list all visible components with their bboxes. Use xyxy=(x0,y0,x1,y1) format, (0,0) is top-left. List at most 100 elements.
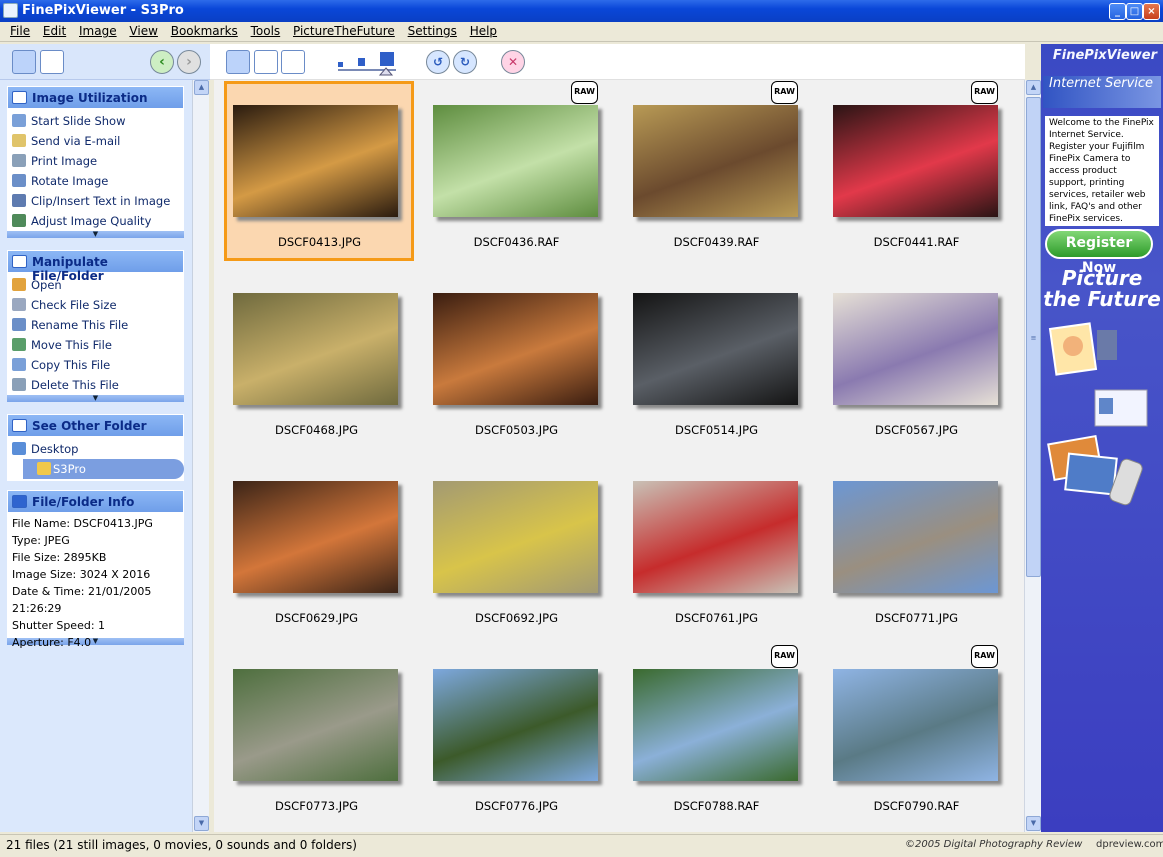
app-window: FinePixViewer - S3Pro _ □ × File Edit Im… xyxy=(0,0,1163,857)
scroll-down-icon[interactable]: ▼ xyxy=(1026,816,1041,831)
thumbnail-item[interactable]: DSCF0776.JPG xyxy=(424,645,614,825)
thumbnail-image[interactable] xyxy=(233,293,398,405)
maximize-button[interactable]: □ xyxy=(1126,3,1143,20)
raw-badge: RAW xyxy=(971,81,998,104)
forward-arrow-icon[interactable]: › xyxy=(177,50,201,74)
thumbnail-item[interactable]: DSCF0629.JPG xyxy=(224,457,414,637)
thumbnail-filename: DSCF0439.RAF xyxy=(673,235,760,249)
open-file[interactable]: Open xyxy=(7,275,184,295)
collapse-chevron-icon[interactable]: ▼ xyxy=(7,231,184,238)
raw-badge: RAW xyxy=(971,645,998,668)
menu-settings[interactable]: Settings xyxy=(408,24,457,38)
picture-the-future-logo[interactable]: Picture the Future xyxy=(1041,268,1163,310)
app-icon xyxy=(3,3,18,18)
register-now-button[interactable]: Register Now xyxy=(1045,229,1153,276)
thumbnail-image[interactable] xyxy=(633,293,798,405)
thumbnail-image[interactable] xyxy=(833,105,998,217)
image-utilization-header[interactable]: Image Utilization xyxy=(7,86,184,109)
thumbnail-filename: DSCF0773.JPG xyxy=(275,799,358,813)
title-bar[interactable]: FinePixViewer - S3Pro _ □ × xyxy=(0,0,1163,22)
delete-file[interactable]: Delete This File xyxy=(7,375,184,395)
adjust-quality-icon xyxy=(12,214,26,227)
folder-tree-icon[interactable] xyxy=(40,50,64,74)
scroll-up-icon[interactable]: ▲ xyxy=(1026,80,1041,95)
thumbnail-item[interactable]: DSCF0468.JPG xyxy=(224,269,414,449)
adjust-image-quality[interactable]: Adjust Image Quality xyxy=(7,211,184,231)
thumbnail-item[interactable]: DSCF0773.JPG xyxy=(224,645,414,825)
thumbnail-image[interactable] xyxy=(433,669,598,781)
scroll-down-icon[interactable]: ▼ xyxy=(194,816,209,831)
thumbnail-item[interactable]: RAW DSCF0439.RAF xyxy=(624,81,814,261)
file-info-header[interactable]: File/Folder Info xyxy=(7,490,184,513)
thumbnail-item[interactable]: DSCF0413.JPG xyxy=(224,81,414,261)
menu-help[interactable]: Help xyxy=(470,24,497,38)
thumbnail-scrollbar[interactable]: ▲ ≡ ▼ xyxy=(1024,80,1041,832)
rename-file[interactable]: Rename This File xyxy=(7,315,184,335)
thumbnail-image[interactable] xyxy=(233,481,398,593)
collapse-chevron-icon[interactable]: ▼ xyxy=(7,395,184,402)
folder-s3pro[interactable]: S3Pro xyxy=(23,459,184,479)
thumbnail-image[interactable] xyxy=(233,669,398,781)
menu-picture-the-future[interactable]: PictureTheFuture xyxy=(293,24,395,38)
rotate-right-icon[interactable]: ↻ xyxy=(453,50,477,74)
thumbnail-item[interactable]: RAW DSCF0790.RAF xyxy=(824,645,1014,825)
thumbnail-filename: DSCF0790.RAF xyxy=(873,799,960,813)
back-arrow-icon[interactable]: ‹ xyxy=(150,50,174,74)
status-text: 21 files (21 still images, 0 movies, 0 s… xyxy=(6,838,357,852)
thumbnail-item[interactable]: DSCF0503.JPG xyxy=(424,269,614,449)
thumbnail-image[interactable] xyxy=(833,481,998,593)
menu-file[interactable]: File xyxy=(10,24,30,38)
thumbnail-item[interactable]: DSCF0567.JPG xyxy=(824,269,1014,449)
clip-insert-text[interactable]: Clip/Insert Text in Image xyxy=(7,191,184,211)
folder-icon xyxy=(37,462,51,475)
thumbnail-image[interactable] xyxy=(633,105,798,217)
thumbnail-item[interactable]: DSCF0761.JPG xyxy=(624,457,814,637)
thumbnail-grid: DSCF0413.JPG RAW DSCF0436.RAF RAW DSCF0439.R… xyxy=(214,80,1024,832)
thumbnail-item[interactable]: DSCF0692.JPG xyxy=(424,457,614,637)
thumbnail-image[interactable] xyxy=(633,481,798,593)
list-view-icon[interactable] xyxy=(12,50,36,74)
thumbnail-item[interactable]: RAW DSCF0436.RAF xyxy=(424,81,614,261)
send-via-email[interactable]: Send via E-mail xyxy=(7,131,184,151)
thumbnail-image[interactable] xyxy=(433,105,598,217)
left-scrollbar[interactable]: ▲ ▼ xyxy=(192,80,209,832)
scroll-up-icon[interactable]: ▲ xyxy=(194,80,209,95)
menu-tools[interactable]: Tools xyxy=(251,24,281,38)
copy-file[interactable]: Copy This File xyxy=(7,355,184,375)
thumbnail-filename: DSCF0771.JPG xyxy=(875,611,958,625)
rotate-left-icon[interactable]: ↺ xyxy=(426,50,450,74)
rotate-image[interactable]: Rotate Image xyxy=(7,171,184,191)
start-slide-show[interactable]: Start Slide Show xyxy=(7,111,184,131)
print-image[interactable]: Print Image xyxy=(7,151,184,171)
manipulate-header[interactable]: Manipulate File/Folder xyxy=(7,250,184,283)
details-list-icon[interactable] xyxy=(281,50,305,74)
menu-image[interactable]: Image xyxy=(79,24,117,38)
menu-bookmarks[interactable]: Bookmarks xyxy=(171,24,238,38)
thumbnail-item[interactable]: RAW DSCF0441.RAF xyxy=(824,81,1014,261)
thumbnail-image[interactable] xyxy=(633,669,798,781)
scroll-thumb[interactable]: ≡ xyxy=(1026,97,1041,577)
thumbnail-grid-icon[interactable] xyxy=(226,50,250,74)
other-folder-header[interactable]: See Other Folder xyxy=(7,414,184,437)
thumbnail-image[interactable] xyxy=(833,293,998,405)
menu-view[interactable]: View xyxy=(129,24,157,38)
thumbnail-item[interactable]: DSCF0771.JPG xyxy=(824,457,1014,637)
image-preview-icon[interactable] xyxy=(254,50,278,74)
thumbnail-item[interactable]: RAW DSCF0788.RAF xyxy=(624,645,814,825)
raw-badge: RAW xyxy=(771,645,798,668)
zoom-slider[interactable] xyxy=(336,48,398,76)
thumbnail-image[interactable] xyxy=(433,481,598,593)
rotate-icon xyxy=(12,174,26,187)
check-file-size[interactable]: Check File Size xyxy=(7,295,184,315)
close-button[interactable]: × xyxy=(1143,3,1160,20)
folder-desktop[interactable]: Desktop xyxy=(7,439,184,459)
thumbnail-image[interactable] xyxy=(233,105,398,217)
trash-icon[interactable]: ✕ xyxy=(501,50,525,74)
minimize-button[interactable]: _ xyxy=(1109,3,1126,20)
thumbnail-image[interactable] xyxy=(833,669,998,781)
thumbnail-image[interactable] xyxy=(433,293,598,405)
info-date-time: Date & Time: 21/01/2005 21:26:29 xyxy=(12,585,152,615)
move-file[interactable]: Move This File xyxy=(7,335,184,355)
thumbnail-item[interactable]: DSCF0514.JPG xyxy=(624,269,814,449)
menu-edit[interactable]: Edit xyxy=(43,24,66,38)
